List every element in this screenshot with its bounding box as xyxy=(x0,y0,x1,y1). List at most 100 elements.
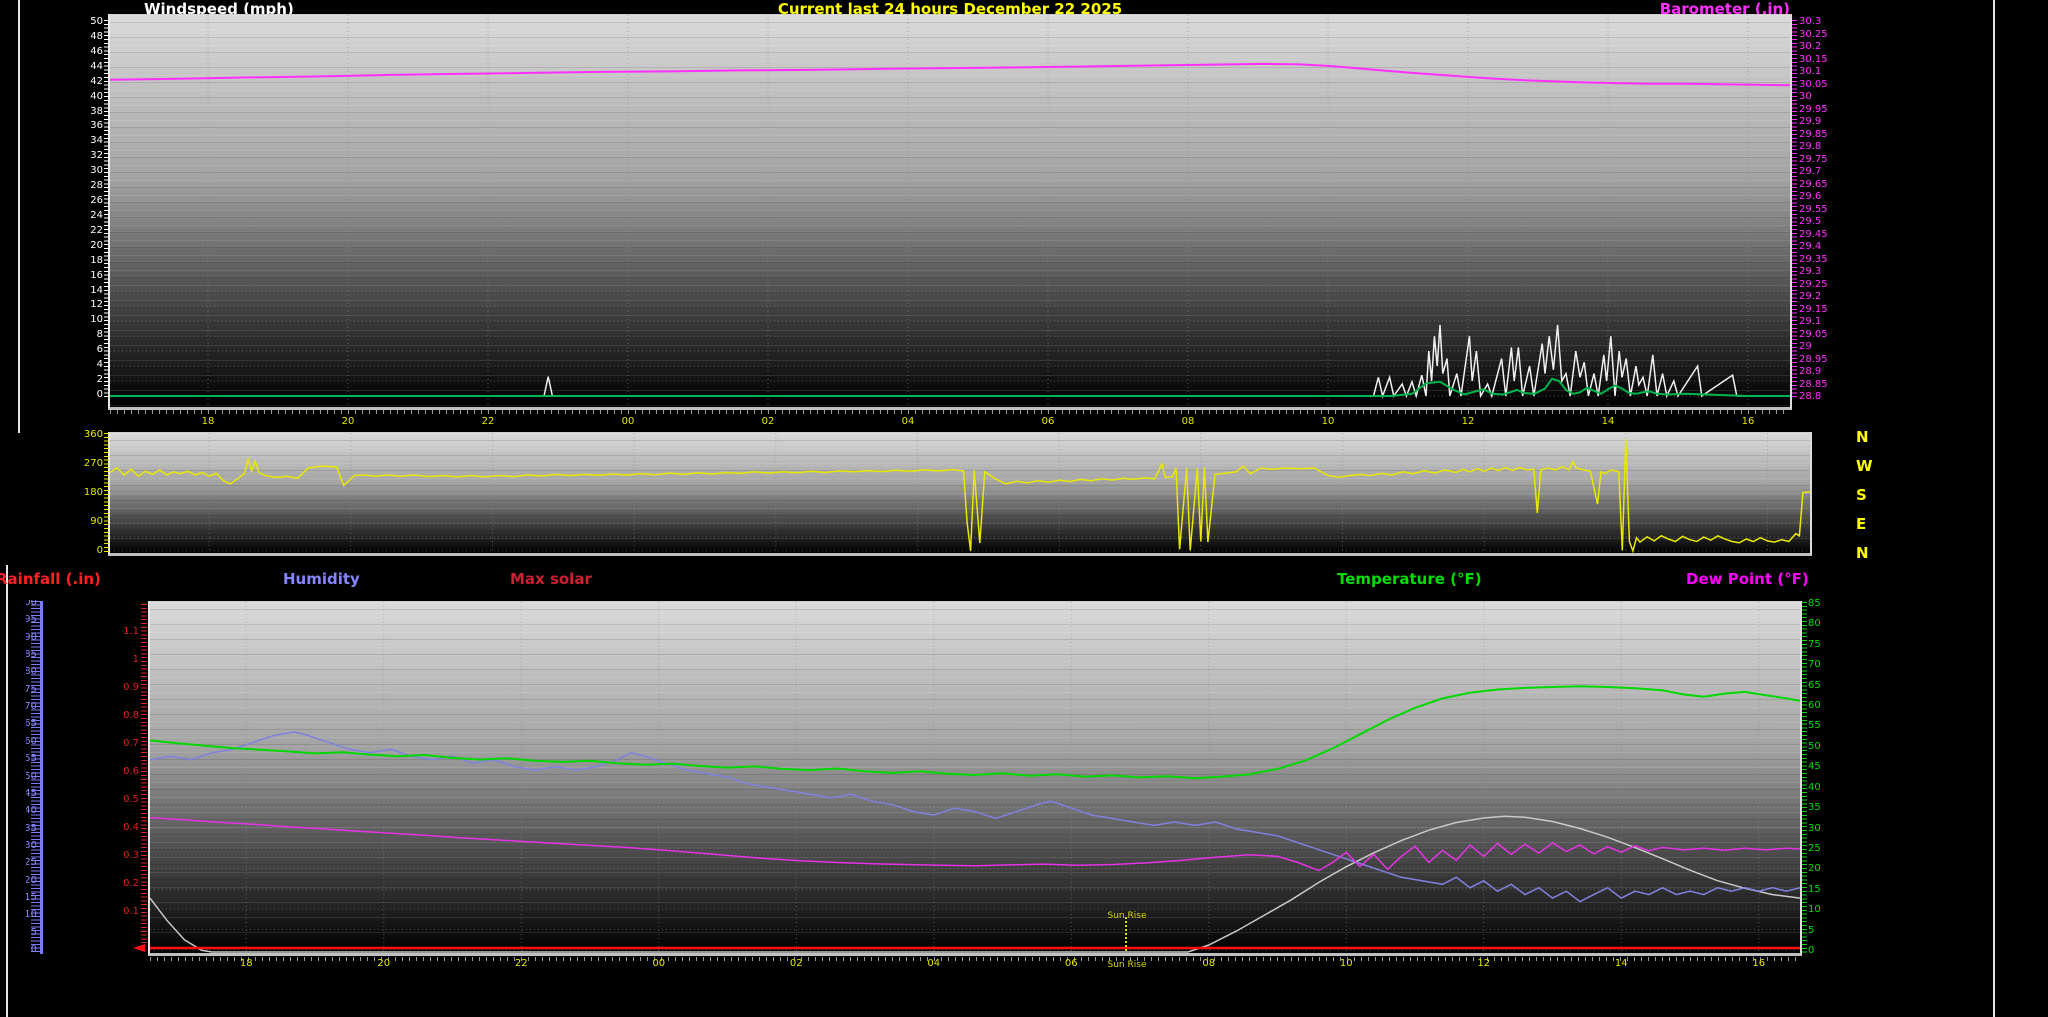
barometer-tick-label: 30.2 xyxy=(1799,42,1821,52)
rainfall-zero-arrow-icon xyxy=(133,944,145,952)
windspeed-tick-label: 2 xyxy=(43,375,103,385)
temperature-tick-label: 60 xyxy=(1808,701,1821,711)
windspeed-tick-label: 28 xyxy=(43,181,103,191)
temperature-tick-label: 65 xyxy=(1808,681,1821,691)
bottom-time-label: 10 xyxy=(1334,958,1358,970)
humidity-tick-label: 60 xyxy=(26,737,37,747)
barometer-tick-label: 29.7 xyxy=(1799,167,1821,177)
barometer-tick-label: 28.9 xyxy=(1799,367,1821,377)
temperature-tick-label: 35 xyxy=(1808,803,1821,813)
bottom-time-label: 06 xyxy=(1059,958,1083,970)
windspeed-tick-label: 40 xyxy=(43,92,103,102)
barometer-tick-label: 29.25 xyxy=(1799,280,1828,290)
windspeed-tick-label: 32 xyxy=(43,151,103,161)
windspeed-tick-label: 50 xyxy=(43,17,103,27)
rainfall-tick-label: 0.8 xyxy=(79,711,139,721)
top-time-label: 04 xyxy=(896,416,920,428)
windspeed-tick-label: 6 xyxy=(43,345,103,355)
bottom-time-label: 22 xyxy=(509,958,533,970)
temperature-tick-label: 25 xyxy=(1808,844,1821,854)
weather-dashboard: Windspeed (mph) Current last 24 hours De… xyxy=(0,0,2048,1017)
temperature-tick-label: 75 xyxy=(1808,640,1821,650)
left-border-line-lower xyxy=(6,565,8,1017)
top-time-label: 20 xyxy=(336,416,360,428)
humidity-tick-label: 65 xyxy=(26,719,37,729)
rainfall-tick-label: 0.7 xyxy=(79,739,139,749)
top-time-label: 16 xyxy=(1736,416,1760,428)
humidity-tick-label: 90 xyxy=(26,633,37,643)
direction-tick-label: 90 xyxy=(43,517,103,527)
barometer-tick-marks xyxy=(1792,20,1797,400)
wind-direction-chart xyxy=(108,432,1812,556)
temperature-tick-label: 45 xyxy=(1808,762,1821,772)
series-temperature xyxy=(150,686,1800,778)
top-time-tick-marks xyxy=(110,410,1790,414)
temp-humidity-rain-solar-plot xyxy=(150,602,1800,953)
rainfall-tick-label: 0.3 xyxy=(79,851,139,861)
windspeed-tick-label: 12 xyxy=(43,300,103,310)
temperature-tick-label: 30 xyxy=(1808,824,1821,834)
humidity-tick-label: 45 xyxy=(26,789,37,799)
temperature-tick-label: 15 xyxy=(1808,885,1821,895)
temperature-tick-label: 85 xyxy=(1808,599,1821,609)
top-time-label: 02 xyxy=(756,416,780,428)
barometer-tick-label: 29.75 xyxy=(1799,155,1828,165)
windspeed-tick-label: 46 xyxy=(43,47,103,57)
temperature-tick-label: 40 xyxy=(1808,783,1821,793)
bottom-time-label: 20 xyxy=(372,958,396,970)
bottom-time-label: 04 xyxy=(922,958,946,970)
barometer-tick-label: 28.95 xyxy=(1799,355,1828,365)
wind-direction-plot xyxy=(110,433,1810,553)
rainfall-tick-marks xyxy=(141,604,147,944)
dew-point-axis-title: Dew Point (°F) xyxy=(1686,570,1809,588)
windspeed-tick-label: 14 xyxy=(43,286,103,296)
right-border-line xyxy=(1993,0,1995,1017)
humidity-tick-label: 10 xyxy=(26,910,37,920)
barometer-tick-label: 29.5 xyxy=(1799,217,1821,227)
humidity-tick-label: 15 xyxy=(26,893,37,903)
windspeed-barometer-plot xyxy=(110,15,1790,407)
humidity-tick-label: 30 xyxy=(26,841,37,851)
windspeed-tick-label: 48 xyxy=(43,32,103,42)
compass-letter-e: E xyxy=(1856,515,1886,533)
temperature-tick-label: 55 xyxy=(1808,721,1821,731)
windspeed-barometer-chart xyxy=(108,14,1792,410)
windspeed-tick-label: 4 xyxy=(43,360,103,370)
barometer-tick-label: 29.05 xyxy=(1799,330,1828,340)
windspeed-tick-label: 16 xyxy=(43,271,103,281)
barometer-tick-label: 29.95 xyxy=(1799,105,1828,115)
barometer-tick-label: 29.85 xyxy=(1799,130,1828,140)
compass-letter-w: W xyxy=(1856,457,1886,475)
humidity-tick-label: 5 xyxy=(26,928,37,938)
bottom-time-label: 08 xyxy=(1197,958,1221,970)
humidity-tick-label: 85 xyxy=(26,650,37,660)
windspeed-tick-marks xyxy=(104,20,109,398)
bottom-time-tick-marks xyxy=(150,957,1800,961)
windspeed-tick-label: 34 xyxy=(43,136,103,146)
barometer-tick-label: 30.15 xyxy=(1799,55,1828,65)
top-time-label: 06 xyxy=(1036,416,1060,428)
sun-rise-label-inplot: Sun Rise xyxy=(1094,911,1160,921)
barometer-tick-label: 29.3 xyxy=(1799,267,1821,277)
humidity-tick-label: 75 xyxy=(26,685,37,695)
humidity-tick-label: 25 xyxy=(26,858,37,868)
barometer-tick-label: 29.4 xyxy=(1799,242,1821,252)
humidity-tick-label: 50 xyxy=(26,772,37,782)
series-humidity xyxy=(150,732,1800,902)
barometer-tick-label: 30.3 xyxy=(1799,17,1821,27)
barometer-tick-label: 29.15 xyxy=(1799,305,1828,315)
windspeed-tick-label: 10 xyxy=(43,315,103,325)
rainfall-tick-label: 1 xyxy=(79,655,139,665)
top-time-label: 00 xyxy=(616,416,640,428)
windspeed-tick-label: 30 xyxy=(43,166,103,176)
bottom-time-label: 18 xyxy=(234,958,258,970)
temperature-axis-title: Temperature (°F) xyxy=(1337,570,1482,588)
rainfall-tick-label: 0.9 xyxy=(79,683,139,693)
top-time-label: 14 xyxy=(1596,416,1620,428)
windspeed-tick-label: 18 xyxy=(43,256,103,266)
compass-letter-n-top: N xyxy=(1856,428,1886,446)
top-time-label: 08 xyxy=(1176,416,1200,428)
barometer-tick-label: 29.6 xyxy=(1799,192,1821,202)
bottom-time-label: 14 xyxy=(1609,958,1633,970)
temperature-tick-label: 50 xyxy=(1808,742,1821,752)
